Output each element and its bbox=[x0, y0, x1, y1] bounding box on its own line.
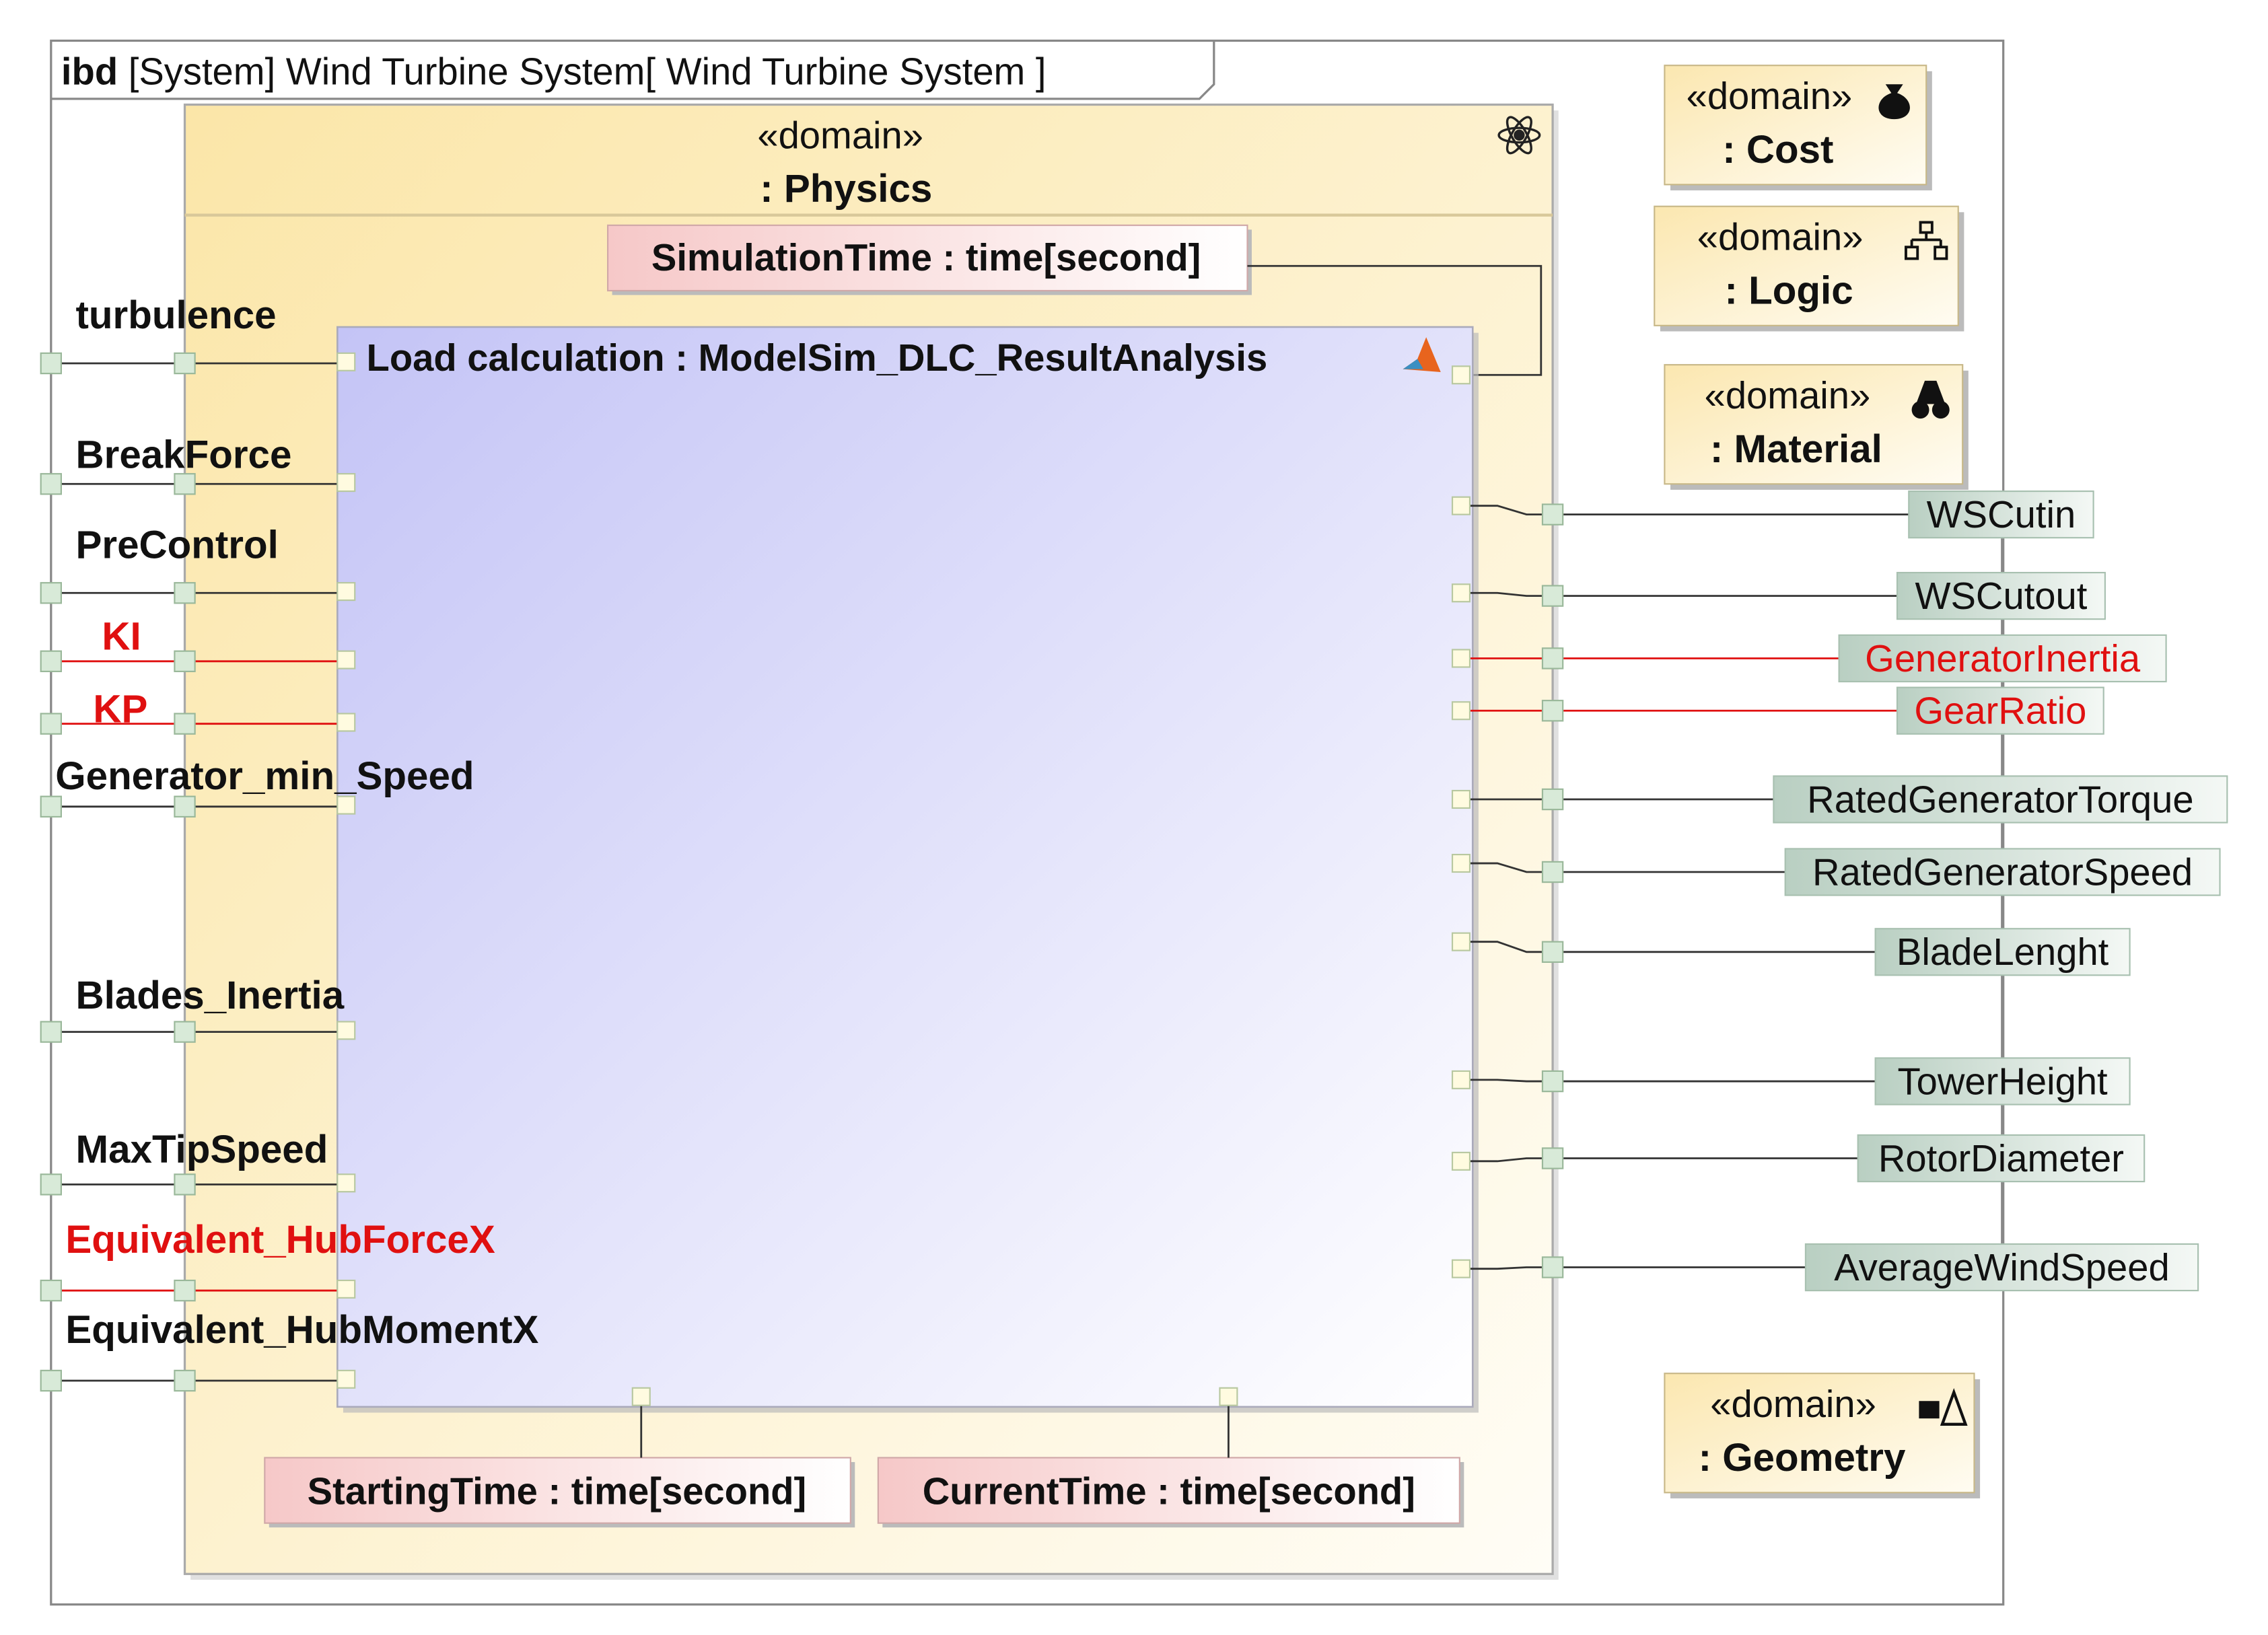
port[interactable] bbox=[1451, 1151, 1471, 1171]
port[interactable] bbox=[174, 713, 196, 735]
port[interactable] bbox=[40, 1021, 63, 1043]
port[interactable] bbox=[631, 1387, 651, 1406]
load-calculation-block[interactable]: Load calculation : ModelSim_DLC_ResultAn… bbox=[336, 326, 1479, 1413]
port[interactable] bbox=[1541, 788, 1564, 811]
port[interactable] bbox=[174, 1173, 196, 1196]
port[interactable] bbox=[1451, 496, 1471, 515]
domain-cost[interactable]: «domain» : Cost bbox=[1664, 65, 1932, 190]
port[interactable] bbox=[174, 1369, 196, 1392]
port[interactable] bbox=[1451, 932, 1471, 951]
value-label: BladeLenght bbox=[1897, 931, 2109, 973]
port[interactable] bbox=[174, 473, 196, 495]
domain-logic[interactable]: «domain» : Logic bbox=[1654, 205, 1964, 332]
simulation-time-value[interactable]: SimulationTime : time[second] bbox=[607, 224, 1252, 295]
diagram-title: ibd [System] Wind Turbine System[ Wind T… bbox=[61, 50, 1047, 92]
port[interactable] bbox=[336, 473, 356, 493]
port-label: KI bbox=[102, 615, 141, 659]
starting-time-label: StartingTime : time[second] bbox=[308, 1470, 807, 1513]
port[interactable] bbox=[1219, 1387, 1238, 1406]
domain-stereotype: «domain» bbox=[1687, 75, 1853, 117]
value-label: GeneratorInertia bbox=[1865, 637, 2141, 680]
port[interactable] bbox=[336, 713, 356, 732]
port-label: turbulence bbox=[76, 293, 277, 337]
port[interactable] bbox=[1541, 861, 1564, 883]
port[interactable] bbox=[1451, 1070, 1471, 1089]
port[interactable] bbox=[1541, 700, 1564, 722]
port[interactable] bbox=[174, 650, 196, 673]
left-port-blades-inertia[interactable]: Blades_Inertia bbox=[40, 974, 356, 1043]
port[interactable] bbox=[1541, 585, 1564, 607]
port[interactable] bbox=[1451, 1259, 1471, 1278]
port-label: BreakForce bbox=[76, 433, 292, 477]
port[interactable] bbox=[1451, 365, 1471, 385]
port[interactable] bbox=[1541, 503, 1564, 525]
port[interactable] bbox=[336, 1021, 356, 1040]
physics-stereotype: «domain» bbox=[757, 114, 923, 156]
value-label: GearRatio bbox=[1914, 690, 2086, 732]
port-label: MaxTipSpeed bbox=[76, 1128, 328, 1171]
port[interactable] bbox=[1541, 1256, 1564, 1278]
simulation-time-label: SimulationTime : time[second] bbox=[651, 236, 1201, 279]
port[interactable] bbox=[1541, 1147, 1564, 1169]
port[interactable] bbox=[1451, 649, 1471, 668]
port-label: Blades_Inertia bbox=[76, 974, 345, 1017]
value-label: TowerHeight bbox=[1898, 1060, 2108, 1102]
port[interactable] bbox=[336, 1173, 356, 1193]
value-label: RatedGeneratorSpeed bbox=[1812, 850, 2193, 893]
load-calculation-title: Load calculation : ModelSim_DLC_ResultAn… bbox=[367, 336, 1268, 379]
port-label: PreControl bbox=[76, 523, 279, 567]
port[interactable] bbox=[40, 713, 63, 735]
port[interactable] bbox=[336, 1279, 356, 1299]
port[interactable] bbox=[174, 582, 196, 604]
port[interactable] bbox=[1451, 854, 1471, 873]
domain-material[interactable]: «domain» : Material bbox=[1664, 364, 1969, 490]
domain-stereotype: «domain» bbox=[1697, 216, 1864, 258]
port[interactable] bbox=[336, 795, 356, 815]
domain-stereotype: «domain» bbox=[1705, 374, 1871, 416]
port[interactable] bbox=[40, 650, 63, 673]
port[interactable] bbox=[40, 1279, 63, 1302]
port[interactable] bbox=[1451, 701, 1471, 721]
starting-time-value[interactable]: StartingTime : time[second] bbox=[264, 1457, 855, 1528]
port-label: Equivalent_HubForceX bbox=[65, 1218, 495, 1262]
domain-name: : Geometry bbox=[1699, 1436, 1906, 1480]
port-label: Generator_min_Speed bbox=[55, 754, 474, 798]
port[interactable] bbox=[40, 582, 63, 604]
value-label: WSCutout bbox=[1915, 575, 2087, 617]
port[interactable] bbox=[40, 1369, 63, 1392]
port-label: KP bbox=[93, 688, 147, 731]
port-label: Equivalent_HubMomentX bbox=[65, 1308, 538, 1352]
physics-name: : Physics bbox=[760, 167, 932, 211]
value-label: RatedGeneratorTorque bbox=[1807, 778, 2193, 820]
port[interactable] bbox=[40, 1173, 63, 1196]
port[interactable] bbox=[174, 1021, 196, 1043]
domain-geometry[interactable]: «domain» : Geometry bbox=[1664, 1373, 1981, 1498]
current-time-value[interactable]: CurrentTime : time[second] bbox=[877, 1457, 1464, 1528]
port[interactable] bbox=[174, 1279, 196, 1302]
ibd-diagram: ibd [System] Wind Turbine System[ Wind T… bbox=[40, 39, 2228, 1606]
value-label: WSCutin bbox=[1927, 493, 2076, 536]
domain-name: : Logic bbox=[1725, 268, 1853, 312]
left-port-maxtipspeed[interactable]: MaxTipSpeed bbox=[40, 1128, 356, 1196]
port[interactable] bbox=[174, 352, 196, 375]
port[interactable] bbox=[336, 650, 356, 669]
value-label: RotorDiameter bbox=[1878, 1137, 2124, 1179]
port[interactable] bbox=[1541, 1070, 1564, 1093]
port[interactable] bbox=[1541, 941, 1564, 964]
port[interactable] bbox=[40, 473, 63, 495]
port[interactable] bbox=[40, 352, 63, 375]
port[interactable] bbox=[40, 795, 63, 818]
port[interactable] bbox=[1541, 647, 1564, 669]
port[interactable] bbox=[336, 582, 356, 602]
port[interactable] bbox=[336, 352, 356, 371]
port[interactable] bbox=[174, 795, 196, 818]
value-label: AverageWindSpeed bbox=[1834, 1246, 2169, 1288]
port[interactable] bbox=[336, 1369, 356, 1389]
current-time-label: CurrentTime : time[second] bbox=[923, 1470, 1415, 1513]
domain-name: : Cost bbox=[1722, 128, 1833, 172]
domain-name: : Material bbox=[1710, 427, 1882, 471]
port[interactable] bbox=[1451, 583, 1471, 603]
domain-stereotype: «domain» bbox=[1710, 1383, 1876, 1425]
port[interactable] bbox=[1451, 789, 1471, 809]
